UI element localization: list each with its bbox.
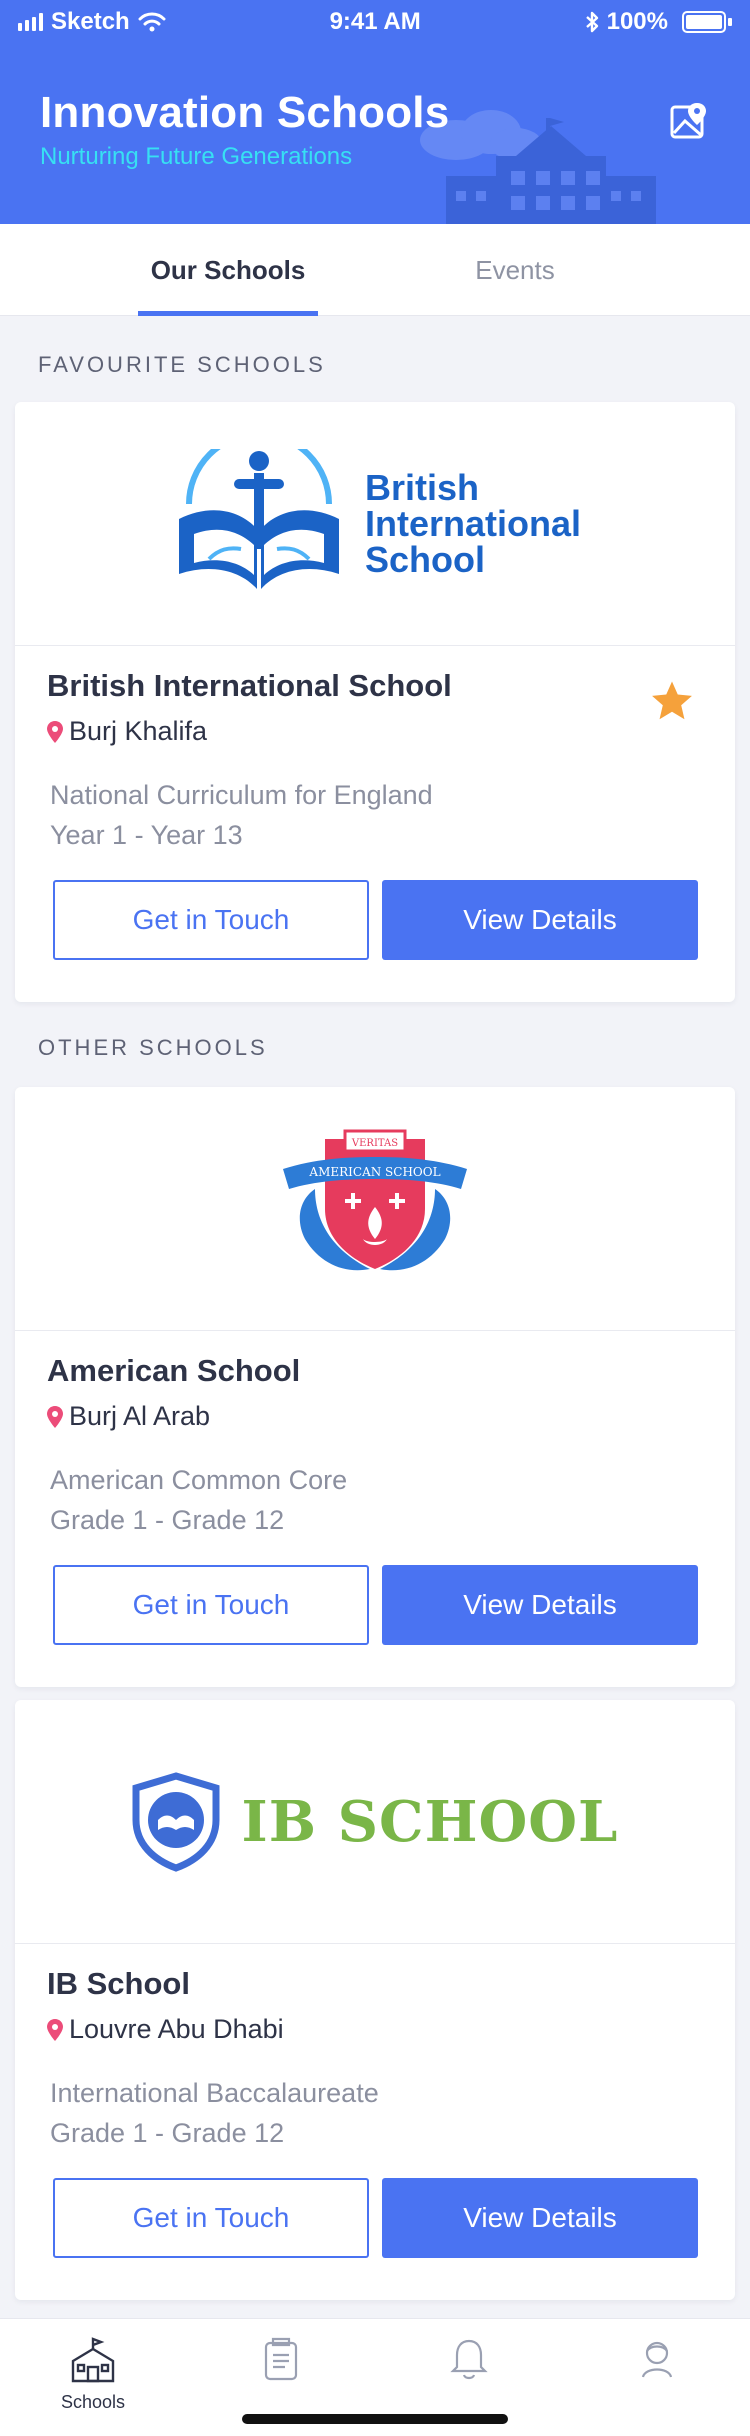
wifi-icon bbox=[138, 12, 166, 32]
school-card[interactable]: IB SCHOOL IB School Louvre Abu Dhabi Int… bbox=[15, 1700, 735, 2300]
location-label: Burj Al Arab bbox=[69, 1401, 211, 1431]
school-logo-area: IB SCHOOL bbox=[15, 1700, 735, 1944]
home-indicator[interactable] bbox=[242, 2414, 508, 2424]
location-pin-icon bbox=[47, 2018, 63, 2041]
page-title: Innovation Schools bbox=[40, 88, 450, 137]
carrier-label: Sketch bbox=[51, 8, 130, 35]
page-subtitle: Nurturing Future Generations bbox=[40, 143, 353, 170]
nav-item-profile[interactable] bbox=[612, 2337, 702, 2386]
school-location: Burj Khalifa bbox=[47, 716, 207, 747]
view-details-button[interactable]: View Details bbox=[382, 880, 698, 960]
school-card[interactable]: VERITAS AMERICAN SCHOOL American School … bbox=[15, 1087, 735, 1687]
school-card[interactable]: British International School British Int… bbox=[15, 402, 735, 1002]
section-title-favourite: FAVOURITE SCHOOLS bbox=[38, 352, 326, 377]
nav-item-schools[interactable]: Schools bbox=[48, 2337, 138, 2413]
logo-text-line: British bbox=[364, 466, 479, 508]
school-name: British International School bbox=[47, 668, 452, 703]
logo-text-line: International bbox=[364, 502, 582, 544]
get-in-touch-button[interactable]: Get in Touch bbox=[53, 1565, 369, 1645]
nav-label: Schools bbox=[60, 2392, 126, 2412]
location-label: Burj Khalifa bbox=[69, 716, 208, 746]
school-icon bbox=[71, 2337, 115, 2383]
battery-percent: 100% bbox=[606, 8, 668, 35]
school-logo-area: British International School bbox=[15, 402, 735, 646]
nav-item-documents[interactable] bbox=[236, 2337, 326, 2386]
school-grades: Grade 1 - Grade 12 bbox=[50, 1505, 285, 1535]
map-pin-icon bbox=[670, 103, 706, 139]
profile-icon bbox=[641, 2341, 673, 2378]
bluetooth-icon bbox=[585, 11, 598, 33]
get-in-touch-button[interactable]: Get in Touch bbox=[53, 880, 369, 960]
school-logo-area: VERITAS AMERICAN SCHOOL bbox=[15, 1087, 735, 1331]
school-name: IB School bbox=[47, 1966, 190, 2001]
school-curriculum: American Common Core bbox=[50, 1465, 348, 1495]
status-right: 100% bbox=[585, 8, 732, 36]
nav-item-notifications[interactable] bbox=[424, 2337, 514, 2386]
section-title-other: OTHER SCHOOLS bbox=[38, 1035, 268, 1060]
british-school-logo: British International School bbox=[169, 448, 582, 599]
location-pin-icon bbox=[47, 1405, 63, 1428]
get-in-touch-button[interactable]: Get in Touch bbox=[53, 2178, 369, 2258]
school-curriculum: International Baccalaureate bbox=[50, 2078, 379, 2108]
crest-motto: VERITAS bbox=[351, 1138, 398, 1149]
crest-banner: AMERICAN SCHOOL bbox=[308, 1165, 440, 1179]
school-location: Louvre Abu Dhabi bbox=[47, 2014, 284, 2045]
school-grades: Year 1 - Year 13 bbox=[50, 820, 243, 850]
view-details-button[interactable]: View Details bbox=[382, 1565, 698, 1645]
tab-bar: Our Schools Events bbox=[0, 224, 750, 316]
ib-shield-icon bbox=[132, 1771, 220, 1872]
map-button[interactable] bbox=[668, 100, 710, 142]
tab-label: Our Schools bbox=[150, 254, 306, 285]
document-icon bbox=[264, 2337, 298, 2381]
logo-text: IB SCHOOL bbox=[241, 1788, 619, 1855]
location-label: Louvre Abu Dhabi bbox=[69, 2014, 284, 2044]
signal-icon bbox=[18, 13, 43, 31]
battery-icon bbox=[676, 11, 732, 33]
school-name: American School bbox=[47, 1353, 301, 1388]
logo-text-line: School bbox=[364, 538, 485, 580]
tab-our-schools[interactable]: Our Schools bbox=[138, 224, 318, 316]
app-header: Sketch 9:41 AM 100% Innovation Schools N… bbox=[0, 0, 750, 224]
book-emblem-icon bbox=[178, 448, 339, 589]
bell-icon bbox=[450, 2339, 488, 2380]
american-school-crest-icon: VERITAS AMERICAN SCHOOL bbox=[283, 1129, 467, 1270]
logo-text: British International School bbox=[364, 466, 582, 580]
view-details-button[interactable]: View Details bbox=[382, 2178, 698, 2258]
school-grades: Grade 1 - Grade 12 bbox=[50, 2118, 285, 2148]
tab-events[interactable]: Events bbox=[430, 224, 600, 316]
location-pin-icon bbox=[47, 720, 63, 743]
ib-school-logo: IB SCHOOL bbox=[132, 1771, 619, 1872]
school-curriculum: National Curriculum for England bbox=[50, 780, 433, 810]
status-left: Sketch bbox=[18, 8, 166, 36]
tab-label: Events bbox=[475, 254, 555, 285]
favourite-star-icon[interactable] bbox=[649, 678, 695, 724]
status-bar: Sketch 9:41 AM 100% bbox=[0, 0, 750, 44]
school-location: Burj Al Arab bbox=[47, 1401, 210, 1432]
status-time: 9:41 AM bbox=[329, 8, 421, 35]
